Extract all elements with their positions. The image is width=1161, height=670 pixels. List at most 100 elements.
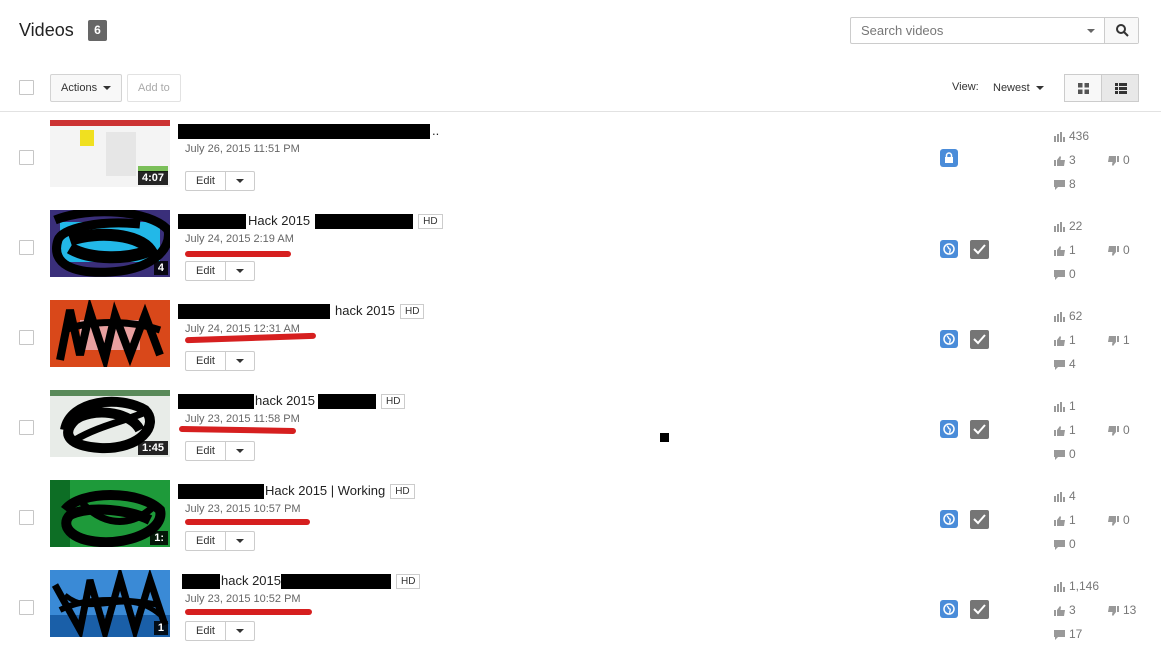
video-thumbnail[interactable]: 1: bbox=[50, 480, 170, 547]
add-to-button[interactable]: Add to bbox=[127, 74, 181, 102]
globe-icon bbox=[943, 603, 955, 615]
row-checkbox[interactable] bbox=[19, 420, 34, 435]
video-title[interactable]: hack 2015 HD bbox=[178, 303, 425, 320]
video-title[interactable]: hack 2015 HD bbox=[178, 393, 406, 410]
likes-stat: 1 bbox=[1054, 423, 1076, 437]
comments-stat: 0 bbox=[1054, 537, 1076, 551]
list-view-icon bbox=[1115, 83, 1127, 94]
likes-stat: 3 bbox=[1054, 153, 1076, 167]
redaction bbox=[182, 574, 220, 590]
comments-stat: 0 bbox=[1054, 267, 1076, 281]
video-duration: 1: bbox=[150, 531, 168, 545]
edit-dropdown[interactable] bbox=[226, 442, 254, 460]
edit-dropdown[interactable] bbox=[226, 352, 254, 370]
scribble-overlay bbox=[50, 570, 170, 637]
monetization-check-badge[interactable] bbox=[970, 510, 989, 529]
search-box[interactable] bbox=[850, 17, 1139, 44]
video-title[interactable]: .. bbox=[178, 123, 439, 140]
edit-button-group: Edit bbox=[185, 171, 255, 191]
edit-button[interactable]: Edit bbox=[186, 352, 226, 370]
privacy-public-badge[interactable] bbox=[940, 330, 958, 348]
search-dropdown-caret-icon[interactable] bbox=[1087, 29, 1095, 33]
views-stat: 1,146 bbox=[1054, 579, 1099, 593]
video-thumbnail[interactable]: 4:07 bbox=[50, 120, 170, 187]
video-thumbnail[interactable]: 1 bbox=[50, 570, 170, 637]
edit-button[interactable]: Edit bbox=[186, 172, 226, 190]
edit-dropdown[interactable] bbox=[226, 262, 254, 280]
view-label: View: bbox=[952, 81, 979, 93]
chevron-down-icon bbox=[236, 359, 244, 363]
edit-dropdown[interactable] bbox=[226, 172, 254, 190]
views-stat: 4 bbox=[1054, 489, 1076, 503]
list-view-button[interactable] bbox=[1101, 74, 1139, 102]
globe-icon bbox=[943, 423, 955, 435]
red-annotation-underline bbox=[185, 251, 291, 257]
comments-stat: 8 bbox=[1054, 177, 1076, 191]
chevron-down-icon bbox=[103, 86, 112, 91]
video-title[interactable]: Hack 2015 HD bbox=[178, 213, 443, 230]
video-title[interactable]: Hack 2015 | Working HD bbox=[178, 483, 415, 500]
dislikes-stat: 13 bbox=[1108, 603, 1136, 617]
video-row: 1:45 hack 2015 HD July 23, 2015 11:58 PM … bbox=[0, 385, 1161, 475]
comments-stat: 4 bbox=[1054, 357, 1076, 371]
comment-icon bbox=[1054, 539, 1065, 550]
edit-button[interactable]: Edit bbox=[186, 442, 226, 460]
chevron-down-icon bbox=[1035, 86, 1044, 91]
dislikes-stat: 0 bbox=[1108, 243, 1130, 257]
privacy-private-badge[interactable] bbox=[940, 149, 958, 167]
row-checkbox[interactable] bbox=[19, 330, 34, 345]
monetization-check-badge[interactable] bbox=[970, 240, 989, 259]
bar-chart-icon bbox=[1054, 491, 1065, 502]
privacy-public-badge[interactable] bbox=[940, 240, 958, 258]
monetization-check-badge[interactable] bbox=[970, 420, 989, 439]
video-thumbnail[interactable]: 4 bbox=[50, 210, 170, 277]
lock-icon bbox=[945, 152, 953, 163]
video-thumbnail[interactable]: 1:45 bbox=[50, 390, 170, 457]
select-all-checkbox[interactable] bbox=[19, 80, 34, 95]
search-input[interactable] bbox=[851, 18, 1105, 43]
privacy-public-badge[interactable] bbox=[940, 510, 958, 528]
search-icon bbox=[1116, 24, 1129, 37]
thumbs-up-icon bbox=[1054, 245, 1065, 256]
row-checkbox[interactable] bbox=[19, 150, 34, 165]
sort-dropdown[interactable]: Newest bbox=[993, 82, 1044, 94]
check-icon bbox=[973, 244, 986, 255]
likes-stat: 3 bbox=[1054, 603, 1076, 617]
video-date: July 26, 2015 11:51 PM bbox=[185, 143, 300, 155]
globe-icon bbox=[943, 243, 955, 255]
row-checkbox[interactable] bbox=[19, 600, 34, 615]
privacy-public-badge[interactable] bbox=[940, 420, 958, 438]
video-count-badge: 6 bbox=[88, 20, 107, 41]
video-title[interactable]: hack 2015 HD bbox=[178, 573, 421, 590]
search-button[interactable] bbox=[1104, 18, 1138, 43]
thumbs-down-icon bbox=[1108, 605, 1119, 616]
views-stat: 436 bbox=[1054, 129, 1089, 143]
comment-icon bbox=[1054, 269, 1065, 280]
video-date: July 23, 2015 11:58 PM bbox=[185, 413, 300, 425]
edit-dropdown[interactable] bbox=[226, 622, 254, 640]
thumbs-up-icon bbox=[1054, 155, 1065, 166]
row-checkbox[interactable] bbox=[19, 240, 34, 255]
row-checkbox[interactable] bbox=[19, 510, 34, 525]
edit-button-group: Edit bbox=[185, 531, 255, 551]
edit-button[interactable]: Edit bbox=[186, 262, 226, 280]
video-row: 1: Hack 2015 | Working HD July 23, 2015 1… bbox=[0, 475, 1161, 565]
red-annotation-underline bbox=[178, 425, 297, 435]
hd-badge: HD bbox=[381, 394, 406, 410]
grid-view-button[interactable] bbox=[1064, 74, 1102, 102]
chevron-down-icon bbox=[236, 539, 244, 543]
scribble-overlay bbox=[52, 210, 170, 277]
edit-button[interactable]: Edit bbox=[186, 622, 226, 640]
check-icon bbox=[973, 424, 986, 435]
video-row: hack 2015 HD July 24, 2015 12:31 AM Edit … bbox=[0, 295, 1161, 385]
chevron-down-icon bbox=[236, 449, 244, 453]
monetization-check-badge[interactable] bbox=[970, 600, 989, 619]
hd-badge: HD bbox=[396, 574, 421, 590]
monetization-check-badge[interactable] bbox=[970, 330, 989, 349]
edit-button[interactable]: Edit bbox=[186, 532, 226, 550]
video-thumbnail[interactable] bbox=[50, 300, 170, 367]
actions-button[interactable]: Actions bbox=[50, 74, 123, 102]
scribble-overlay bbox=[56, 300, 164, 367]
privacy-public-badge[interactable] bbox=[940, 600, 958, 618]
edit-dropdown[interactable] bbox=[226, 532, 254, 550]
